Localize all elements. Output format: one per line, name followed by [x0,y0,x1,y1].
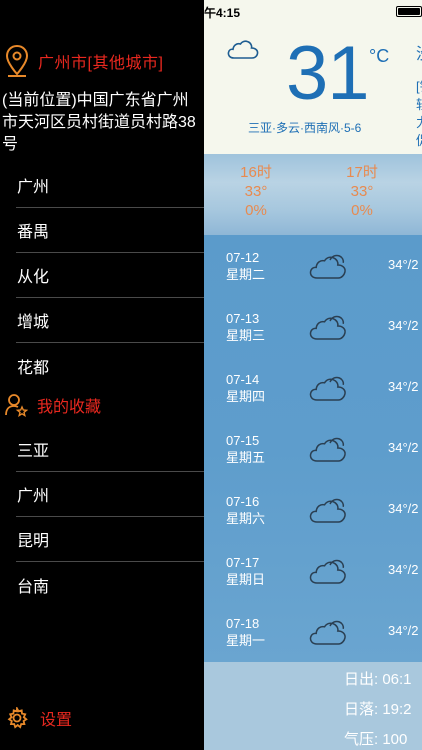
cloud-icon [308,616,348,653]
favorites-header: 我的收藏 [4,392,101,418]
current-temperature: 31 [286,31,370,116]
weather-main-panel: 午4:15 31 °C 三亚·多云·西南风·5-6 没 [钥 轻 力 促 16时… [204,0,422,750]
daily-weekday: 星期二 [226,267,266,282]
daily-temp: 34°/2 [388,318,419,333]
hourly-precip: 0% [245,202,267,219]
daily-weekday: 星期日 [226,572,266,587]
daily-weekday: 星期六 [226,511,266,526]
cloud-icon [308,433,348,470]
cloud-icon [308,250,348,287]
daily-row[interactable]: 07-16 星期六 34°/2 [204,479,422,540]
cloud-icon [227,40,259,59]
daily-temp: 34°/2 [388,623,419,638]
daily-temp: 34°/2 [388,257,419,272]
favorites-list: 三亚 广州 昆明 台南 [16,427,204,607]
side-text-1: 没 [416,40,422,64]
settings-label: 设置 [40,712,73,729]
pressure-text: 气压: 100 [344,731,408,748]
location-pin-icon [5,44,29,77]
cloud-icon [308,494,348,531]
daily-temp: 34°/2 [388,562,419,577]
daily-row[interactable]: 07-13 星期三 34°/2 [204,296,422,357]
daily-row[interactable]: 07-18 星期一 34°/2 [204,601,422,662]
current-weather: 31 °C 三亚·多云·西南风·5-6 没 [钥 轻 力 促 [204,22,422,154]
current-address: (当前位置)中国广东省广州市天河区员村街道员村路38号 [2,92,196,153]
hourly-temp: 33° [350,183,374,200]
favorite-item-sanya[interactable]: 三亚 [16,427,204,472]
daily-row[interactable]: 07-17 星期日 34°/2 [204,540,422,601]
daily-date: 07-14 [226,372,260,387]
city-item-conghua[interactable]: 从化 [16,253,204,298]
cloud-icon [308,372,348,409]
status-bar: 午4:15 [204,0,422,22]
daily-temp: 34°/2 [388,501,419,516]
side-text-2: [钥 [416,79,422,94]
sunset-text: 日落: 19:2 [344,701,412,718]
cloud-icon [308,311,348,348]
daily-date: 07-17 [226,555,260,570]
city-item-huadu[interactable]: 花都 [16,343,204,388]
side-text-4: 力 [416,114,422,132]
city-item-panyu[interactable]: 番禺 [16,208,204,253]
side-text-3: 轻 [416,96,422,114]
favorite-item-tainan[interactable]: 台南 [16,562,204,607]
current-city-header[interactable]: 广州市[其他城市] [4,44,163,78]
side-text-5: 促 [416,132,422,150]
daily-date-block: 07-16 星期六 [226,493,265,527]
daily-row[interactable]: 07-14 星期四 34°/2 [204,357,422,418]
temperature-unit: °C [369,46,390,66]
favorite-item-guangzhou[interactable]: 广州 [16,472,204,517]
daily-date: 07-15 [226,433,260,448]
daily-date: 07-13 [226,311,260,326]
daily-date-block: 07-15 星期五 [226,432,265,466]
hourly-time: 17时 [346,164,378,181]
daily-date: 07-16 [226,494,260,509]
daily-date-block: 07-18 星期一 [226,615,265,649]
hourly-forecast[interactable]: 16时 33° 0% 17时 33° 0% [204,154,422,235]
daily-forecast[interactable]: 07-12 星期二 34°/2 07-13 星期三 34°/2 07-14 星期四 34°/2 0… [204,235,422,662]
side-text-group: [钥 轻 力 促 [416,78,422,150]
hourly-time: 16时 [240,164,272,181]
current-city-title: 广州市[其他城市] [38,55,164,72]
favorites-title: 我的收藏 [37,399,102,416]
daily-date-block: 07-13 星期三 [226,310,265,344]
daily-date-block: 07-17 星期日 [226,554,265,588]
sun-info: 日出: 06:1 日落: 19:2 气压: 100 [204,662,422,750]
daily-date: 07-12 [226,250,260,265]
daily-weekday: 星期一 [226,633,266,648]
hourly-item: 17时 33° 0% [332,163,392,220]
city-list: 广州 番禺 从化 增城 花都 [16,163,204,388]
battery-icon [396,6,422,17]
daily-weekday: 星期四 [226,389,266,404]
daily-row[interactable]: 07-12 星期二 34°/2 [204,235,422,296]
cloud-icon [308,555,348,592]
daily-date-block: 07-14 星期四 [226,371,265,405]
status-time: 午4:15 [204,6,241,20]
city-item-guangzhou[interactable]: 广州 [16,163,204,208]
sidebar: 广州市[其他城市] (当前位置)中国广东省广州市天河区员村街道员村路38号 广州… [0,0,204,750]
daily-temp: 34°/2 [388,440,419,455]
hourly-temp: 33° [244,183,268,200]
daily-weekday: 星期五 [226,450,266,465]
current-description: 三亚·多云·西南风·5-6 [248,121,362,135]
city-item-zengcheng[interactable]: 增城 [16,298,204,343]
user-star-icon [5,394,28,417]
hourly-precip: 0% [351,202,373,219]
daily-temp: 34°/2 [388,379,419,394]
settings-button[interactable]: 设置 [6,706,72,730]
hourly-item: 16时 33° 0% [226,163,286,220]
daily-date-block: 07-12 星期二 [226,249,265,283]
sunrise-text: 日出: 06:1 [344,671,412,688]
gear-icon [7,707,28,729]
daily-weekday: 星期三 [226,328,266,343]
daily-date: 07-18 [226,616,260,631]
daily-row[interactable]: 07-15 星期五 34°/2 [204,418,422,479]
favorite-item-kunming[interactable]: 昆明 [16,517,204,562]
